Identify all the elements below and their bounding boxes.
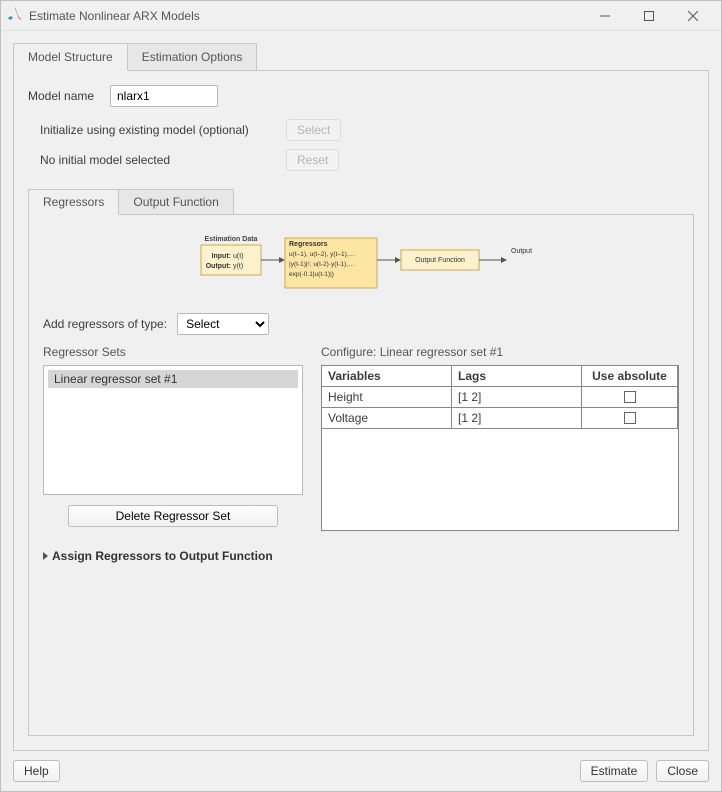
svg-text:Output: Output <box>511 248 532 255</box>
minimize-button[interactable] <box>583 1 627 31</box>
regressor-sets-listbox[interactable]: Linear regressor set #1 <box>43 365 303 495</box>
tab-estimation-options[interactable]: Estimation Options <box>128 43 258 71</box>
add-regressors-row: Add regressors of type: Select <box>43 313 679 335</box>
header-use-absolute: Use absolute <box>582 366 678 387</box>
dialog-window: Estimate Nonlinear ARX Models Model Stru… <box>0 0 722 792</box>
cell-use-absolute[interactable] <box>582 408 678 429</box>
regressor-columns: Regressor Sets Linear regressor set #1 D… <box>43 345 679 531</box>
cell-lags[interactable]: [1 2] <box>452 408 582 429</box>
add-regressors-label: Add regressors of type: <box>43 317 167 331</box>
model-name-row: Model name <box>28 85 694 107</box>
list-item[interactable]: Linear regressor set #1 <box>48 370 298 388</box>
chevron-right-icon <box>43 552 48 560</box>
top-tabs: Model Structure Estimation Options <box>13 43 709 71</box>
regressor-sets-column: Regressor Sets Linear regressor set #1 D… <box>43 345 303 531</box>
model-name-label: Model name <box>28 89 110 103</box>
subtab-output-function[interactable]: Output Function <box>119 189 233 215</box>
tab-panel-model-structure: Model name Initialize using existing mod… <box>13 70 709 751</box>
tab-model-structure[interactable]: Model Structure <box>13 43 128 71</box>
dialog-content: Model Structure Estimation Options Model… <box>1 31 721 751</box>
diagram-svg: Estimation Data Input: u(t) Output: y(t) <box>171 233 551 295</box>
table-row: Height [1 2] <box>322 387 678 408</box>
subtab-panel-regressors: Estimation Data Input: u(t) Output: y(t) <box>28 214 694 736</box>
cell-variable[interactable]: Voltage <box>322 408 452 429</box>
close-button[interactable]: Close <box>656 760 709 782</box>
init-model-row: Initialize using existing model (optiona… <box>28 119 694 141</box>
svg-text:u(t–1), u(t–2), y(t–1),…: u(t–1), u(t–2), y(t–1),… <box>289 251 355 258</box>
add-regressors-type-select[interactable]: Select <box>177 313 269 335</box>
svg-text:exp(-0.1|u(t-1)|): exp(-0.1|u(t-1)|) <box>289 271 334 278</box>
svg-text:Regressors: Regressors <box>289 241 328 248</box>
svg-text:y(t): y(t) <box>233 263 243 270</box>
help-button[interactable]: Help <box>13 760 60 782</box>
titlebar: Estimate Nonlinear ARX Models <box>1 1 721 31</box>
model-name-input[interactable] <box>110 85 218 107</box>
regressor-sets-title: Regressor Sets <box>43 345 303 359</box>
model-diagram: Estimation Data Input: u(t) Output: y(t) <box>43 233 679 295</box>
svg-text:|y(t-1)|², u(t-2)·y(t-1),…: |y(t-1)|², u(t-2)·y(t-1),… <box>289 261 354 268</box>
select-init-model-button[interactable]: Select <box>286 119 341 141</box>
configure-table: Variables Lags Use absolute Height [1 2] <box>321 365 679 531</box>
svg-text:Output:: Output: <box>206 263 231 270</box>
svg-text:Estimation Data: Estimation Data <box>205 236 258 243</box>
svg-text:Output Function: Output Function <box>415 257 465 264</box>
init-model-status-row: No initial model selected Reset <box>28 149 694 171</box>
window-title: Estimate Nonlinear ARX Models <box>29 9 200 23</box>
table-header-row: Variables Lags Use absolute <box>322 366 678 387</box>
header-lags: Lags <box>452 366 582 387</box>
configure-column: Configure: Linear regressor set #1 Varia… <box>321 345 679 531</box>
maximize-button[interactable] <box>627 1 671 31</box>
init-model-label: Initialize using existing model (optiona… <box>40 123 286 137</box>
delete-regressor-set-button[interactable]: Delete Regressor Set <box>68 505 278 527</box>
cell-lags[interactable]: [1 2] <box>452 387 582 408</box>
close-window-button[interactable] <box>671 1 715 31</box>
subtab-regressors[interactable]: Regressors <box>28 189 119 215</box>
cell-variable[interactable]: Height <box>322 387 452 408</box>
sub-tabs: Regressors Output Function <box>28 189 694 215</box>
cell-use-absolute[interactable] <box>582 387 678 408</box>
checkbox-use-absolute[interactable] <box>624 412 636 424</box>
configure-title: Configure: Linear regressor set #1 <box>321 345 679 359</box>
header-variables: Variables <box>322 366 452 387</box>
table-row: Voltage [1 2] <box>322 408 678 429</box>
assign-regressors-label: Assign Regressors to Output Function <box>52 549 273 563</box>
dialog-button-bar: Help Estimate Close <box>1 751 721 791</box>
assign-regressors-toggle[interactable]: Assign Regressors to Output Function <box>43 549 679 563</box>
svg-text:Input:: Input: <box>212 253 231 260</box>
init-model-none-label: No initial model selected <box>40 153 286 167</box>
svg-text:u(t): u(t) <box>233 253 244 260</box>
estimate-button[interactable]: Estimate <box>580 760 649 782</box>
matlab-icon <box>7 6 23 25</box>
checkbox-use-absolute[interactable] <box>624 391 636 403</box>
reset-init-model-button[interactable]: Reset <box>286 149 339 171</box>
